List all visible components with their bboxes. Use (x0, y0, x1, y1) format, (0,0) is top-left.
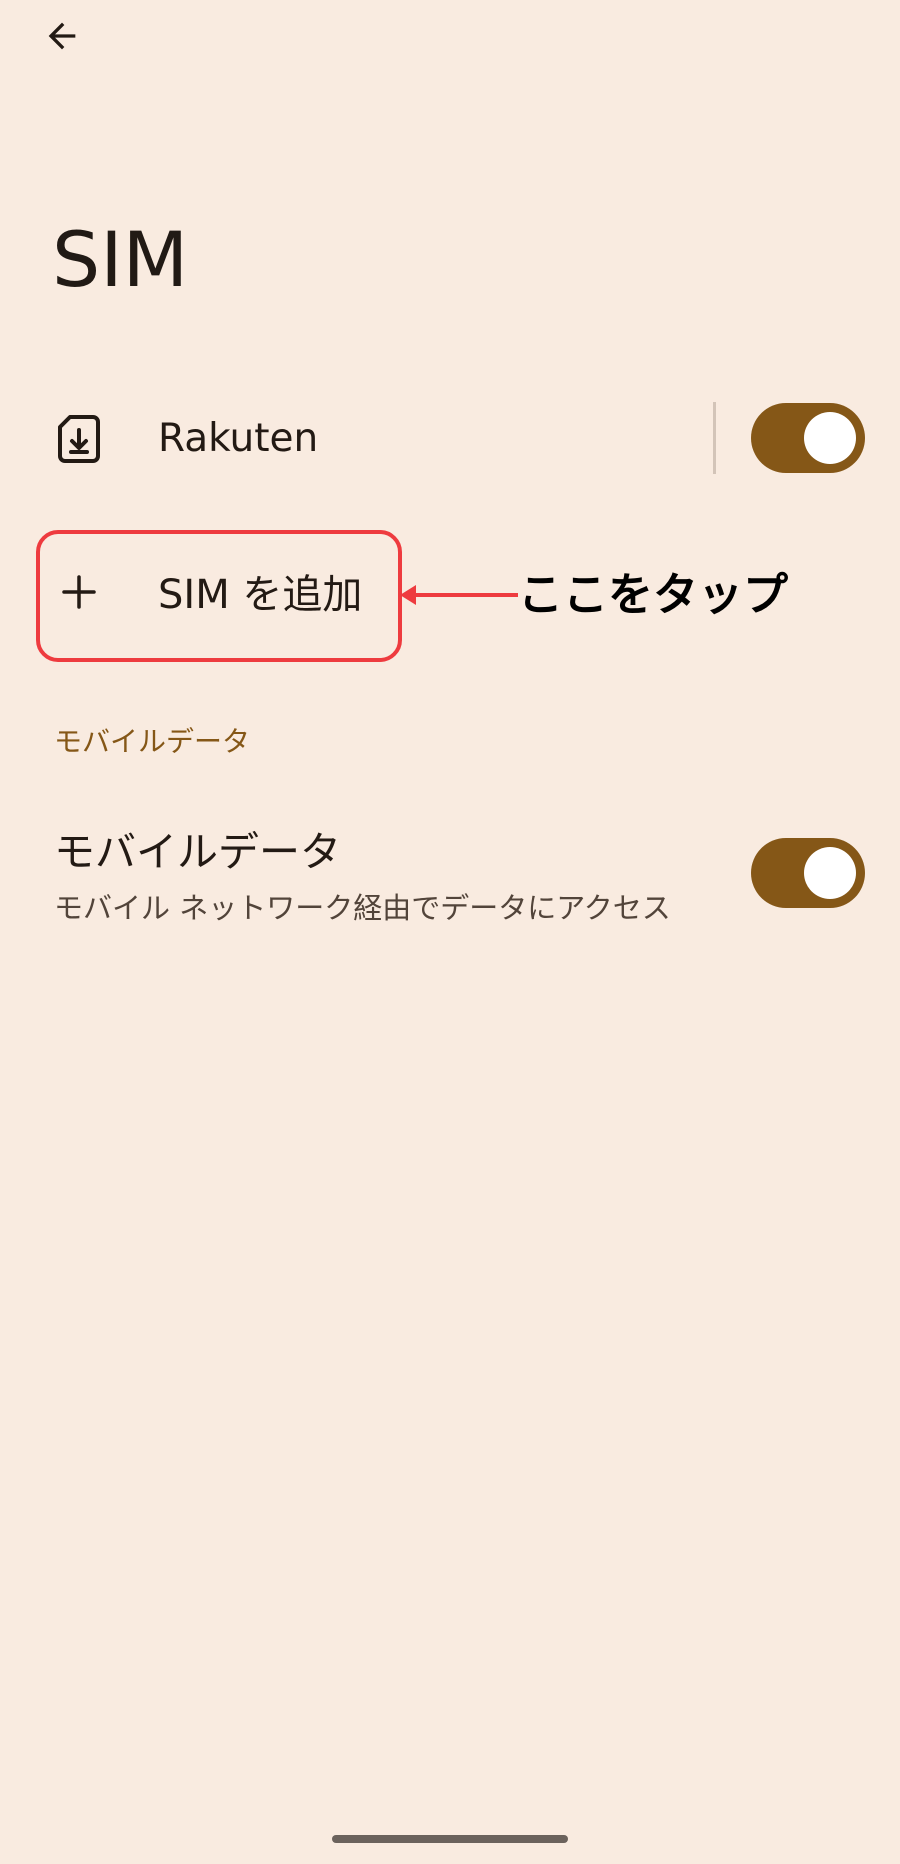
mobile-data-subtitle: モバイル ネットワーク経由でデータにアクセス (54, 891, 671, 925)
add-sim-label: SIM を追加 (158, 572, 363, 618)
plus-icon (62, 575, 96, 609)
toggle-knob (804, 847, 856, 899)
arrow-back-icon (48, 22, 76, 50)
mobile-data-toggle[interactable] (751, 838, 865, 908)
toggle-knob (804, 412, 856, 464)
divider (713, 402, 716, 474)
annotation-text: ここをタップ (518, 568, 789, 621)
page-title: SIM (52, 215, 189, 304)
section-header-mobile-data: モバイルデータ (54, 725, 251, 758)
gesture-nav-handle[interactable] (332, 1835, 568, 1843)
sim-label: Rakuten (158, 416, 319, 461)
sim-toggle[interactable] (751, 403, 865, 473)
mobile-data-title: モバイルデータ (54, 828, 341, 876)
back-button[interactable] (30, 0, 94, 72)
annotation-arrow-icon (400, 585, 518, 605)
sim-download-icon (58, 415, 100, 463)
